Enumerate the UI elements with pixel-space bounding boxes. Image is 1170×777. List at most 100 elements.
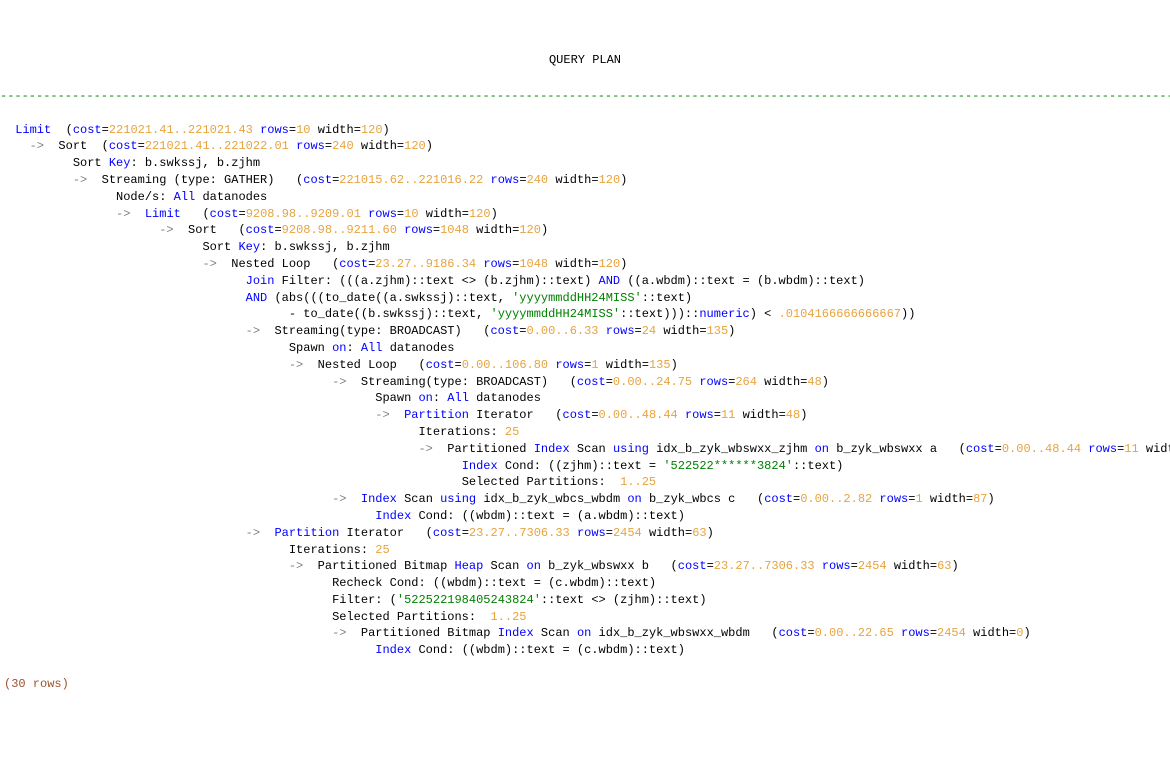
token: datanodes (383, 341, 455, 355)
token: All (174, 190, 196, 204)
token: Spawn (289, 341, 332, 355)
token: Scan (397, 492, 440, 506)
token: -> (246, 324, 260, 338)
token: ) (383, 123, 390, 137)
token: ::text <> (zjhm)::text) (541, 593, 707, 607)
token: 135 (649, 358, 671, 372)
token: ) (707, 526, 714, 540)
token: Streaming(type: BROADCAST) ( (260, 324, 490, 338)
token: rows (1088, 442, 1117, 456)
token (599, 324, 606, 338)
token: 11 (1124, 442, 1138, 456)
token (260, 526, 274, 540)
token: Streaming (type: GATHER) ( (87, 173, 303, 187)
token: = (707, 559, 714, 573)
token: = (930, 626, 937, 640)
token: width= (469, 223, 519, 237)
token: cost (246, 223, 275, 237)
token: -> (332, 626, 346, 640)
token: = (519, 173, 526, 187)
token: AND (246, 291, 268, 305)
plan-line: -> Streaming (type: GATHER) (cost=221015… (8, 172, 1170, 189)
token (570, 526, 577, 540)
token: -> (202, 257, 216, 271)
token: 2454 (937, 626, 966, 640)
token: numeric (699, 307, 749, 321)
token: -> (73, 173, 87, 187)
token: cost (210, 207, 239, 221)
token: Index (498, 626, 534, 640)
token: 23.27..7306.33 (714, 559, 815, 573)
token: Iterations: (418, 425, 504, 439)
token: 87 (973, 492, 987, 506)
token: Cond: ((zjhm)::text = (498, 459, 664, 473)
token: 48 (807, 375, 821, 389)
token: = (519, 324, 526, 338)
token: All (361, 341, 383, 355)
token: ) (987, 492, 994, 506)
token: Spawn (375, 391, 418, 405)
token: -> (159, 223, 173, 237)
token: 'yyyymmddHH24MISS' (512, 291, 642, 305)
token: cost (339, 257, 368, 271)
token: rows (822, 559, 851, 573)
token: Index (375, 509, 411, 523)
plan-line: -> Partition Iterator (cost=0.00..48.44 … (8, 407, 1170, 424)
token: width= (656, 324, 706, 338)
token: 135 (707, 324, 729, 338)
token: Sort ( (44, 139, 109, 153)
token: 0.00..48.44 (599, 408, 678, 422)
token: cost (73, 123, 102, 137)
token: rows (491, 173, 520, 187)
plan-line: -> Limit (cost=9208.98..9209.01 rows=10 … (8, 206, 1170, 223)
token: Cond: ((wbdm)::text = (a.wbdm)::text) (411, 509, 685, 523)
token: cost (577, 375, 606, 389)
token: rows (879, 492, 908, 506)
token: = (455, 358, 462, 372)
plan-line: Index Cond: ((wbdm)::text = (a.wbdm)::te… (8, 508, 1170, 525)
token (815, 559, 822, 573)
token: rows (260, 123, 289, 137)
token: 1048 (519, 257, 548, 271)
plan-line: Spawn on: All datanodes (8, 340, 1170, 357)
token: 63 (937, 559, 951, 573)
token: Scan (483, 559, 526, 573)
token: ( (181, 207, 210, 221)
token: rows (368, 207, 397, 221)
token (483, 173, 490, 187)
token: -> (375, 408, 389, 422)
token: = (591, 408, 598, 422)
token: = (138, 139, 145, 153)
plan-line: - to_date((b.swkssj)::text, 'yyyymmddHH2… (8, 306, 1170, 323)
token: All (447, 391, 469, 405)
plan-line: -> Partitioned Bitmap Index Scan on idx_… (8, 625, 1170, 642)
token: 1..25 (620, 475, 656, 489)
token: Recheck Cond: ((wbdm)::text = (c.wbdm)::… (332, 576, 656, 590)
token: 120 (599, 173, 621, 187)
plan-line: -> Partitioned Bitmap Heap Scan on b_zyk… (8, 558, 1170, 575)
token: cost (563, 408, 592, 422)
token: 0.00..24.75 (613, 375, 692, 389)
token: = (102, 123, 109, 137)
token: AND (599, 274, 621, 288)
plan-line: -> Partition Iterator (cost=23.27..7306.… (8, 525, 1170, 542)
token: Selected Partitions: (332, 610, 490, 624)
token: 63 (692, 526, 706, 540)
token: cost (433, 526, 462, 540)
token: 0.00..22.65 (815, 626, 894, 640)
token: ) (951, 559, 958, 573)
token: -> (418, 442, 432, 456)
token: 2454 (858, 559, 887, 573)
plan-line: Selected Partitions: 1..25 (8, 609, 1170, 626)
plan-line: Limit (cost=221021.41..221021.43 rows=10… (8, 122, 1170, 139)
plan-line: Join Filter: (((a.zjhm)::text <> (b.zjhm… (8, 273, 1170, 290)
token: Index (462, 459, 498, 473)
token: cost (678, 559, 707, 573)
token: Sort (202, 240, 238, 254)
token: width= (923, 492, 973, 506)
token: Index (361, 492, 397, 506)
token: 221015.62..221016.22 (339, 173, 483, 187)
token: 9208.98..9209.01 (246, 207, 361, 221)
token: Sort (73, 156, 109, 170)
token: : (346, 341, 360, 355)
